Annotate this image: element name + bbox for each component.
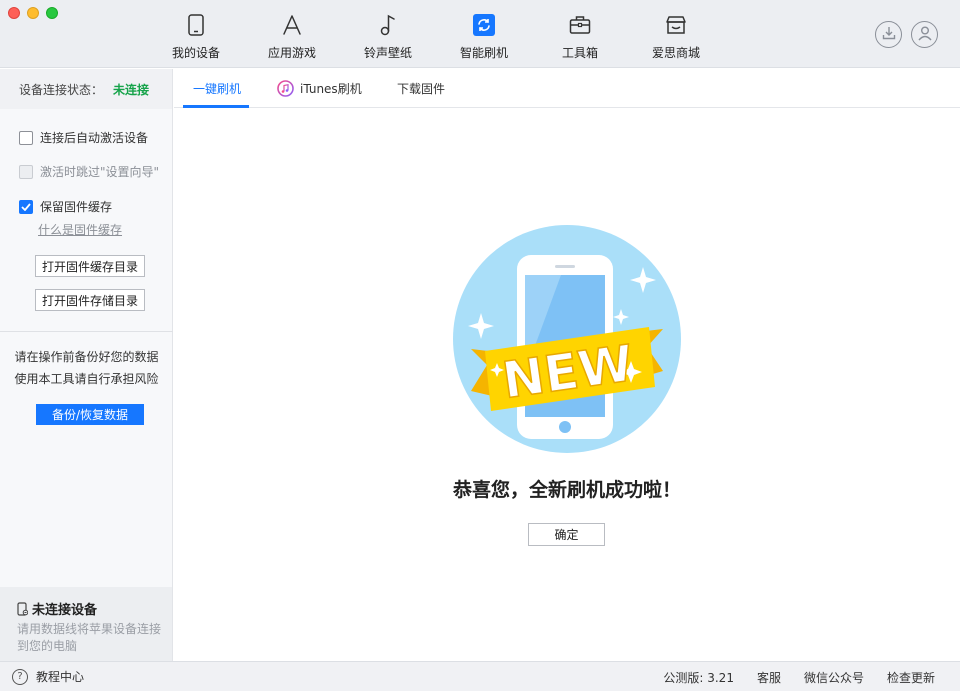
nav-item-my-device[interactable]: 我的设备 [148, 0, 244, 68]
phone-icon [184, 13, 208, 37]
account-button[interactable] [911, 21, 938, 48]
device-status-title: 未连接设备 [17, 599, 172, 618]
connection-status-value: 未连接 [113, 82, 150, 97]
nav-item-store[interactable]: 爱思商城 [628, 0, 724, 68]
close-window-button[interactable] [8, 7, 20, 19]
skip-setup-checkbox [19, 164, 33, 179]
backup-restore-button[interactable]: 备份/恢复数据 [36, 404, 144, 425]
window-controls [8, 7, 58, 19]
status-bar: ? 教程中心 公测版: 3.21 客服 微信公众号 检查更新 [0, 661, 960, 691]
active-tab-indicator [183, 105, 249, 108]
customer-service-link[interactable]: 客服 [757, 669, 781, 686]
nav-item-toolbox[interactable]: 工具箱 [532, 0, 628, 68]
maximize-window-button[interactable] [46, 7, 58, 19]
main-content: 一键刷机 iTunes刷机 下载固件 NEW 恭喜您，全新刷机成功啦！ 确定 [174, 69, 960, 661]
warning-line-1: 请在操作前备份好您的数据 [14, 350, 159, 364]
app-store-icon [280, 13, 304, 37]
status-bar-right: 公测版: 3.21 客服 微信公众号 检查更新 [663, 669, 935, 686]
connection-status-label: 设备连接状态： [19, 82, 104, 97]
open-storage-dir-button[interactable]: 打开固件存储目录 [35, 289, 145, 311]
user-icon [917, 25, 933, 44]
wechat-link[interactable]: 微信公众号 [804, 669, 864, 686]
main-nav: 我的设备 应用游戏 铃声壁纸 智能刷机 工具箱 爱思商城 [148, 0, 724, 68]
auto-activate-option[interactable]: 连接后自动激活设备 [19, 129, 148, 146]
open-cache-dir-button[interactable]: 打开固件缓存目录 [35, 255, 145, 277]
skip-setup-label: 激活时跳过"设置向导" [40, 165, 160, 179]
tutorial-center-link[interactable]: ? 教程中心 [12, 668, 84, 685]
toolbox-icon [568, 13, 592, 37]
device-status-panel: 未连接设备 请用数据线将苹果设备连接到您的电脑 [0, 587, 172, 661]
flash-tabs: 一键刷机 iTunes刷机 下载固件 [174, 69, 960, 108]
refresh-icon [472, 13, 496, 37]
connection-status: 设备连接状态： 未连接 [0, 69, 172, 109]
itunes-icon [277, 80, 294, 97]
keep-cache-label: 保留固件缓存 [40, 200, 113, 214]
success-illustration: NEW [451, 223, 683, 455]
nav-item-smart-flash[interactable]: 智能刷机 [436, 0, 532, 68]
confirm-button[interactable]: 确定 [528, 523, 605, 546]
auto-activate-checkbox[interactable] [19, 130, 33, 145]
nav-item-ringtones-wallpapers[interactable]: 铃声壁纸 [340, 0, 436, 68]
download-manager-button[interactable] [875, 21, 902, 48]
device-status-desc: 请用数据线将苹果设备连接到您的电脑 [17, 622, 162, 653]
music-note-icon [376, 13, 400, 37]
keep-cache-checkbox[interactable] [19, 199, 33, 214]
disconnected-device-icon [17, 601, 28, 616]
version-label: 公测版: 3.21 [663, 671, 734, 685]
title-bar: 我的设备 应用游戏 铃声壁纸 智能刷机 工具箱 爱思商城 [0, 0, 960, 68]
check-icon [21, 202, 31, 211]
auto-activate-label: 连接后自动激活设备 [40, 131, 149, 145]
sidebar: 设备连接状态： 未连接 连接后自动激活设备 激活时跳过"设置向导" 保留固件缓存… [0, 69, 173, 661]
sidebar-divider [0, 331, 173, 332]
warning-line-2: 使用本工具请自行承担风险 [14, 372, 159, 386]
download-icon [882, 26, 896, 43]
store-icon [664, 13, 688, 37]
check-update-link[interactable]: 检查更新 [887, 669, 935, 686]
minimize-window-button[interactable] [27, 7, 39, 19]
tab-one-click-flash[interactable]: 一键刷机 [193, 69, 241, 108]
what-is-cache-link[interactable]: 什么是固件缓存 [38, 221, 122, 238]
nav-item-apps-games[interactable]: 应用游戏 [244, 0, 340, 68]
tab-itunes-flash[interactable]: iTunes刷机 [277, 69, 362, 108]
help-icon: ? [12, 668, 28, 685]
tab-download-firmware[interactable]: 下载固件 [397, 69, 445, 108]
success-message: 恭喜您，全新刷机成功啦！ [452, 479, 681, 501]
keep-cache-option[interactable]: 保留固件缓存 [19, 198, 112, 215]
top-right-actions [875, 21, 938, 48]
skip-setup-option: 激活时跳过"设置向导" [19, 163, 159, 180]
